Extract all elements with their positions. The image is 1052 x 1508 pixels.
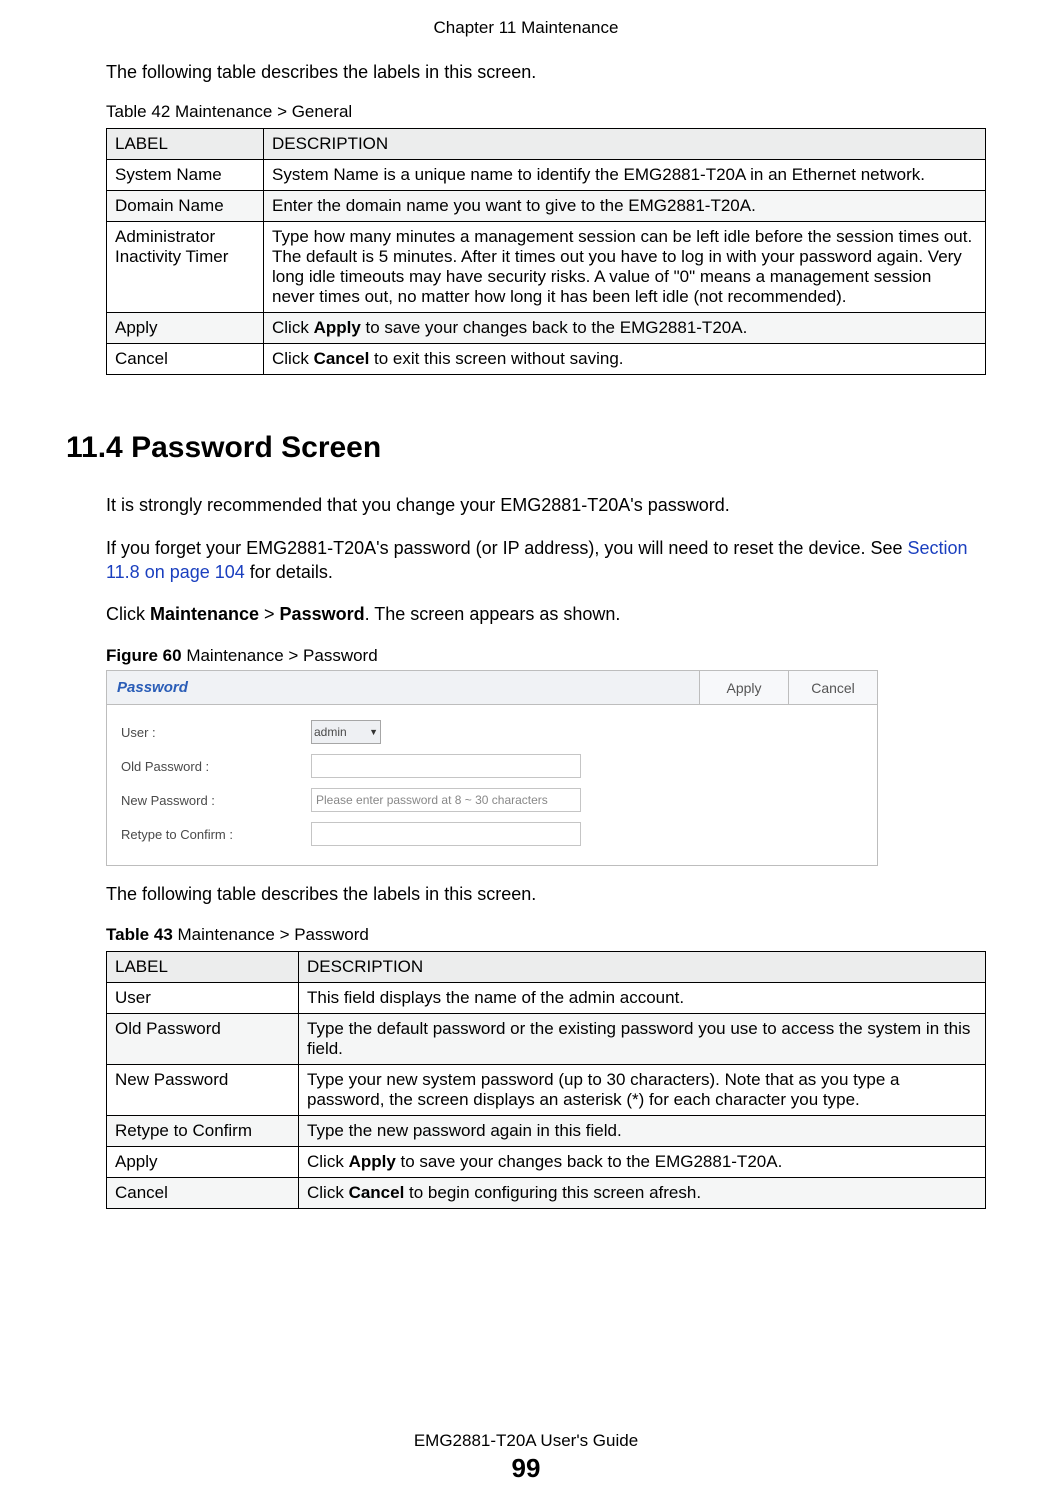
- cell-desc: Enter the domain name you want to give t…: [264, 191, 986, 222]
- cell-label: System Name: [107, 160, 264, 191]
- cell-desc: Type the default password or the existin…: [299, 1013, 986, 1064]
- table-row: Apply Click Apply to save your changes b…: [107, 1146, 986, 1177]
- intro-text: The following table describes the labels…: [106, 60, 986, 84]
- cell-label: Cancel: [107, 1177, 299, 1208]
- old-password-label: Old Password :: [121, 759, 311, 774]
- cell-desc: Click Cancel to exit this screen without…: [264, 344, 986, 375]
- table-42-caption: Table 42 Maintenance > General: [106, 102, 986, 122]
- old-password-input[interactable]: [311, 754, 581, 778]
- section-heading: 11.4 Password Screen: [66, 431, 986, 465]
- cell-label: Domain Name: [107, 191, 264, 222]
- table-row: User This field displays the name of the…: [107, 982, 986, 1013]
- figure-body: User : admin ▼ Old Password : New Passwo…: [107, 705, 877, 865]
- apply-button[interactable]: Apply: [699, 671, 788, 704]
- table-42: LABEL DESCRIPTION System Name System Nam…: [106, 128, 986, 375]
- table-header-description: DESCRIPTION: [299, 951, 986, 982]
- cell-label: Cancel: [107, 344, 264, 375]
- table-row: Cancel Click Cancel to exit this screen …: [107, 344, 986, 375]
- user-label: User :: [121, 725, 311, 740]
- cell-desc: This field displays the name of the admi…: [299, 982, 986, 1013]
- figure-header: Password Apply Cancel: [107, 671, 877, 705]
- table-row: Retype to Confirm Type the new password …: [107, 1115, 986, 1146]
- page-footer: EMG2881-T20A User's Guide 99: [0, 1431, 1052, 1484]
- table-row: Cancel Click Cancel to begin configuring…: [107, 1177, 986, 1208]
- table-43-caption: Table 43 Maintenance > Password: [106, 925, 986, 945]
- retype-password-label: Retype to Confirm :: [121, 827, 311, 842]
- cell-label: Administrator Inactivity Timer: [107, 222, 264, 313]
- cell-desc: Type how many minutes a management sessi…: [264, 222, 986, 313]
- table-header-label: LABEL: [107, 951, 299, 982]
- cell-desc: Type the new password again in this fiel…: [299, 1115, 986, 1146]
- cell-label: Apply: [107, 313, 264, 344]
- cell-label: Apply: [107, 1146, 299, 1177]
- cell-desc: Click Cancel to begin configuring this s…: [299, 1177, 986, 1208]
- chevron-down-icon: ▼: [369, 727, 378, 737]
- figure-caption: Figure 60 Maintenance > Password: [106, 646, 986, 666]
- table-row: Apply Click Apply to save your changes b…: [107, 313, 986, 344]
- retype-password-input[interactable]: [311, 822, 581, 846]
- table-row: Administrator Inactivity Timer Type how …: [107, 222, 986, 313]
- chapter-header: Chapter 11 Maintenance: [0, 0, 1052, 60]
- table-row: System Name System Name is a unique name…: [107, 160, 986, 191]
- page-number: 99: [0, 1453, 1052, 1484]
- cancel-button[interactable]: Cancel: [788, 671, 877, 704]
- cell-label: Retype to Confirm: [107, 1115, 299, 1146]
- cell-label: Old Password: [107, 1013, 299, 1064]
- table-header-description: DESCRIPTION: [264, 129, 986, 160]
- table-row: Domain Name Enter the domain name you wa…: [107, 191, 986, 222]
- paragraph: Click Maintenance > Password. The screen…: [106, 602, 986, 626]
- new-password-input[interactable]: Please enter password at 8 ~ 30 characte…: [311, 788, 581, 812]
- cell-label: User: [107, 982, 299, 1013]
- user-select[interactable]: admin ▼: [311, 720, 381, 744]
- intro-text: The following table describes the labels…: [106, 882, 986, 906]
- table-row: Old Password Type the default password o…: [107, 1013, 986, 1064]
- cell-label: New Password: [107, 1064, 299, 1115]
- panel-title: Password: [107, 671, 699, 704]
- footer-guide-title: EMG2881-T20A User's Guide: [0, 1431, 1052, 1451]
- figure-screenshot: Password Apply Cancel User : admin ▼ Old…: [106, 670, 878, 866]
- table-row: New Password Type your new system passwo…: [107, 1064, 986, 1115]
- cell-desc: Click Apply to save your changes back to…: [264, 313, 986, 344]
- table-43: LABEL DESCRIPTION User This field displa…: [106, 951, 986, 1209]
- cell-desc: Click Apply to save your changes back to…: [299, 1146, 986, 1177]
- new-password-label: New Password :: [121, 793, 311, 808]
- user-select-value: admin: [314, 725, 347, 739]
- cell-desc: System Name is a unique name to identify…: [264, 160, 986, 191]
- paragraph: It is strongly recommended that you chan…: [106, 493, 986, 517]
- table-header-label: LABEL: [107, 129, 264, 160]
- paragraph: If you forget your EMG2881-T20A's passwo…: [106, 536, 986, 585]
- cell-desc: Type your new system password (up to 30 …: [299, 1064, 986, 1115]
